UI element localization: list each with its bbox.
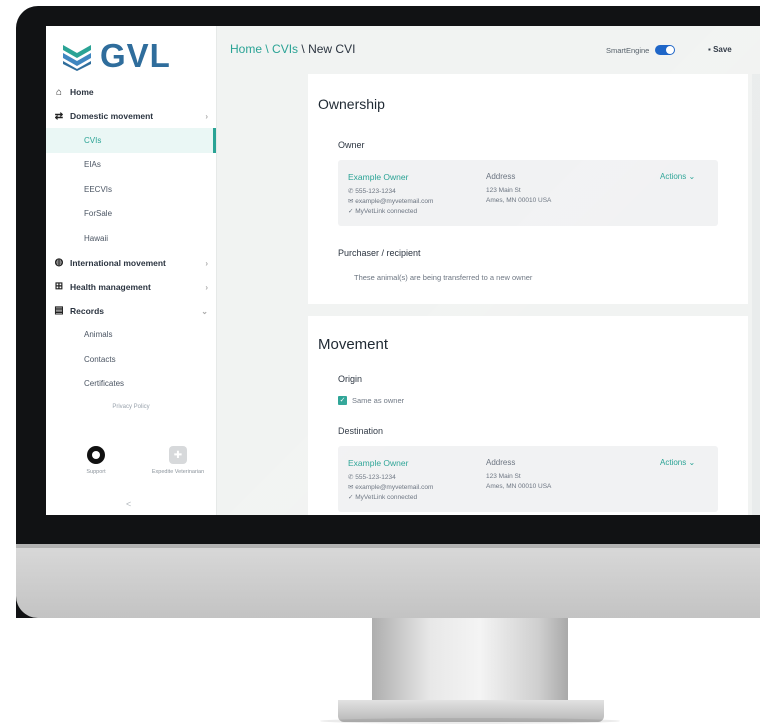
sidebar-item-contacts[interactable]: Contacts bbox=[46, 347, 216, 372]
destination-contact-card: Example Owner ✆ 555-123-1234 ✉ example@m… bbox=[338, 446, 718, 512]
health-plus-icon: ⊞ bbox=[54, 281, 64, 292]
sidebar-nav: ⌂ Home ⇄ Domestic movement › CVIs EIAs E… bbox=[46, 80, 216, 396]
stand-shadow bbox=[320, 718, 620, 724]
sidebar-item-label: Certificates bbox=[84, 379, 125, 389]
logo-text: GVL bbox=[100, 37, 171, 74]
sidebar-item-label: EIAs bbox=[84, 160, 101, 170]
chevron-icon: › bbox=[205, 112, 208, 121]
actions-dropdown[interactable]: Actions ⌄ bbox=[660, 458, 695, 467]
breadcrumb-home[interactable]: Home bbox=[230, 42, 262, 56]
origin-label: Origin bbox=[338, 374, 363, 384]
sidebar-item-health-management[interactable]: ⊞ Health management › bbox=[46, 275, 216, 299]
chevron-down-icon: ⌄ bbox=[688, 458, 696, 467]
breadcrumb-separator: \ bbox=[301, 42, 305, 56]
breadcrumb: Home \ CVIs \ New CVI bbox=[230, 42, 355, 56]
smartengine-toggle[interactable] bbox=[655, 45, 676, 55]
sidebar-item-label: Domestic movement bbox=[70, 111, 154, 121]
breadcrumb-cvis[interactable]: CVIs bbox=[272, 42, 298, 56]
sidebar-item-certificates[interactable]: Certificates bbox=[46, 372, 216, 397]
sidebar-item-domestic-movement[interactable]: ⇄ Domestic movement › bbox=[46, 104, 216, 128]
sidebar-item-forsale[interactable]: ForSale bbox=[46, 202, 216, 227]
address-line1: 123 Main St bbox=[486, 473, 521, 480]
purchaser-text: These animal(s) are being transferred to… bbox=[354, 273, 533, 282]
breadcrumb-separator: \ bbox=[265, 42, 269, 56]
owner-label: Owner bbox=[338, 140, 365, 150]
sidebar-item-eecvis[interactable]: EECVIs bbox=[46, 177, 216, 202]
sidebar-item-records[interactable]: ▤ Records ⌄ bbox=[46, 299, 216, 323]
support-label: Support bbox=[86, 469, 106, 475]
records-icon: ▤ bbox=[54, 305, 64, 316]
sidebar-item-label: Home bbox=[70, 87, 94, 97]
support-icon bbox=[87, 446, 105, 464]
smartengine-toggle-group: SmartEngine bbox=[606, 45, 676, 55]
expedite-veterinarian-button[interactable]: ✚ Expedite Veterinarian bbox=[138, 446, 218, 475]
transfer-arrows-icon: ⇄ bbox=[54, 110, 64, 122]
sidebar-item-hawaii[interactable]: Hawaii bbox=[46, 226, 216, 251]
sidebar-item-label: Health management bbox=[70, 281, 151, 292]
globe-icon: ◍ bbox=[54, 257, 64, 268]
breadcrumb-current: New CVI bbox=[308, 42, 356, 56]
destination-label: Destination bbox=[338, 426, 384, 436]
logo-icon bbox=[63, 45, 91, 71]
sidebar-item-eias[interactable]: EIAs bbox=[46, 153, 216, 178]
contact-link-status: ✓ MyVetLink connected bbox=[348, 208, 418, 215]
smartengine-label: SmartEngine bbox=[606, 45, 650, 55]
collapse-sidebar-button[interactable]: < bbox=[126, 499, 131, 509]
movement-card: Movement Origin ✓ Same as owner Destinat… bbox=[308, 316, 748, 515]
contact-name[interactable]: Example Owner bbox=[348, 458, 408, 468]
sidebar-item-animals[interactable]: Animals bbox=[46, 323, 216, 348]
sidebar-item-label: CVIs bbox=[84, 135, 102, 145]
section-title: Movement bbox=[318, 336, 389, 353]
contact-email: ✉ example@myvetemail.com bbox=[348, 198, 434, 205]
ownership-card: Ownership Owner Example Owner ✆ 555-123-… bbox=[308, 74, 748, 304]
home-icon: ⌂ bbox=[55, 86, 63, 98]
veterinarian-icon: ✚ bbox=[169, 446, 187, 464]
monitor-chin bbox=[16, 544, 760, 618]
address-line2: Ames, MN 00010 USA bbox=[486, 197, 552, 204]
sidebar-item-label: Contacts bbox=[84, 354, 116, 364]
sidebar-item-label: Records bbox=[70, 305, 105, 316]
contact-link-status: ✓ MyVetLink connected bbox=[348, 494, 418, 501]
sidebar-item-label: EECVIs bbox=[84, 184, 113, 194]
monitor-stand bbox=[372, 618, 568, 700]
contact-email: ✉ example@myvetemail.com bbox=[348, 484, 434, 491]
right-panel-edge bbox=[752, 74, 760, 515]
expedite-label: Expedite Veterinarian bbox=[151, 469, 205, 475]
save-label: Save bbox=[713, 45, 732, 54]
support-button[interactable]: Support bbox=[76, 446, 116, 475]
sidebar-item-home[interactable]: ⌂ Home bbox=[46, 80, 216, 104]
address-line1: 123 Main St bbox=[486, 187, 521, 194]
sidebar-item-international-movement[interactable]: ◍ International movement › bbox=[46, 251, 216, 275]
sidebar-item-cvis[interactable]: CVIs bbox=[46, 128, 216, 153]
chevron-icon: › bbox=[205, 282, 208, 292]
sidebar-footer: Support ✚ Expedite Veterinarian bbox=[46, 446, 216, 486]
contact-phone: ✆ 555-123-1234 bbox=[348, 188, 396, 195]
save-button[interactable]: ▪ Save bbox=[708, 45, 732, 54]
chevron-down-icon: ⌄ bbox=[688, 172, 696, 181]
address-label: Address bbox=[486, 172, 516, 181]
address-line2: Ames, MN 00010 USA bbox=[486, 483, 552, 490]
section-title: Ownership bbox=[318, 96, 385, 112]
sidebar: GVL ⌂ Home ⇄ Domestic movement › CVIs EI… bbox=[46, 26, 217, 515]
owner-contact-card: Example Owner ✆ 555-123-1234 ✉ example@m… bbox=[338, 160, 718, 226]
sidebar-item-label: ForSale bbox=[84, 209, 113, 219]
sidebar-item-label: Animals bbox=[84, 330, 113, 340]
same-as-owner-label[interactable]: Same as owner bbox=[352, 396, 404, 405]
sidebar-item-label: International movement bbox=[70, 257, 166, 268]
logo: GVL bbox=[60, 36, 171, 76]
contact-phone: ✆ 555-123-1234 bbox=[348, 474, 396, 481]
same-as-owner-checkbox[interactable]: ✓ bbox=[338, 396, 347, 405]
chevron-down-icon: ⌄ bbox=[201, 306, 208, 316]
actions-dropdown[interactable]: Actions ⌄ bbox=[660, 172, 695, 181]
purchaser-label: Purchaser / recipient bbox=[338, 248, 421, 258]
app-screen: GVL ⌂ Home ⇄ Domestic movement › CVIs EI… bbox=[46, 26, 760, 515]
chevron-icon: › bbox=[205, 258, 208, 268]
top-bar: Home \ CVIs \ New CVI SmartEngine ▪ Save bbox=[216, 26, 760, 74]
contact-name[interactable]: Example Owner bbox=[348, 172, 408, 182]
chin-shadow bbox=[16, 544, 760, 548]
privacy-policy-link[interactable]: Privacy Policy bbox=[46, 404, 216, 410]
address-label: Address bbox=[486, 458, 516, 467]
sidebar-item-label: Hawaii bbox=[84, 233, 109, 243]
